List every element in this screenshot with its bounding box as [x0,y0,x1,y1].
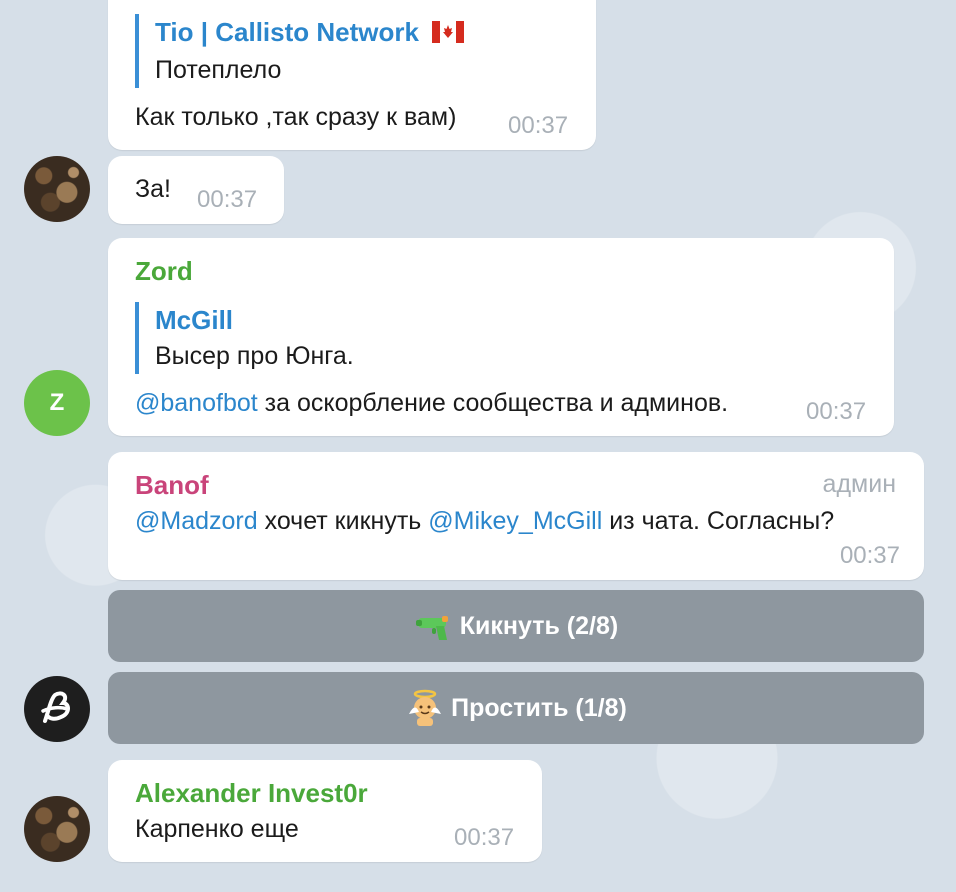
user-avatar[interactable] [24,156,90,222]
quote-author: McGill [155,305,234,335]
message-time: 00:37 [839,542,900,569]
kick-button[interactable]: Кикнуть (2/8) [108,590,924,662]
sender-name[interactable]: Alexander Invest0r [135,776,368,810]
message-text: За! [135,175,171,203]
quote-text: Высер про Юнга. [155,342,354,370]
angel-baby-icon [405,688,445,728]
kick-button-label: Кикнуть (2/8) [459,611,619,640]
message-text: @Madzord хочет кикнуть @Mikey_McGill из … [135,504,834,538]
water-pistol-icon [414,606,454,646]
reply-quote[interactable]: Tio | Callisto Network Потеплело [135,14,465,89]
canada-flag-icon [432,16,465,52]
sender-name[interactable]: Zord [135,254,193,288]
user-avatar[interactable] [24,796,90,862]
message-time: 00:37 [806,398,867,425]
forgive-button-label: Простить (1/8) [451,693,627,722]
sender-name[interactable]: Banof [135,468,209,502]
mention-link[interactable]: @Mikey_McGill [428,507,602,535]
message-time: 00:37 [454,824,515,851]
message-bubble[interactable]: За! 00:37 [108,156,284,224]
message-text-body: из чата. Согласны? [602,507,835,535]
message-text-body: хочет кикнуть [257,507,429,535]
message-text-body: за оскорбление сообщества и админов. [257,389,729,417]
mention-link[interactable]: @banofbot [135,389,258,417]
message-bubble[interactable]: Banof админ @Madzord хочет кикнуть @Mike… [108,452,924,580]
message-text: Карпенко еще [135,815,299,843]
message-text: Как только ,так сразу к вам) [135,103,457,131]
user-avatar[interactable]: Z [24,370,90,436]
bot-avatar[interactable] [24,676,90,742]
admin-badge: админ [822,470,896,498]
message-text: @banofbot за оскорбление сообщества и ад… [135,386,728,420]
message-bubble[interactable]: Alexander Invest0r Карпенко еще 00:37 [108,760,542,862]
message-time: 00:37 [508,112,569,139]
reply-quote[interactable]: McGill Высер про Юнга. [135,302,354,374]
message-bubble[interactable]: Tio | Callisto Network Потеплело Как тол… [108,0,596,150]
forgive-button[interactable]: Простить (1/8) [108,672,924,744]
mention-link[interactable]: @Madzord [135,507,258,535]
quote-text: Потеплело [155,56,282,85]
quote-author: Tio | Callisto Network [155,14,465,52]
message-bubble[interactable]: Zord McGill Высер про Юнга. @banofbot за… [108,238,894,436]
message-time: 00:37 [197,186,258,213]
avatar-letter: Z [49,389,65,416]
banof-logo-icon [41,691,70,723]
